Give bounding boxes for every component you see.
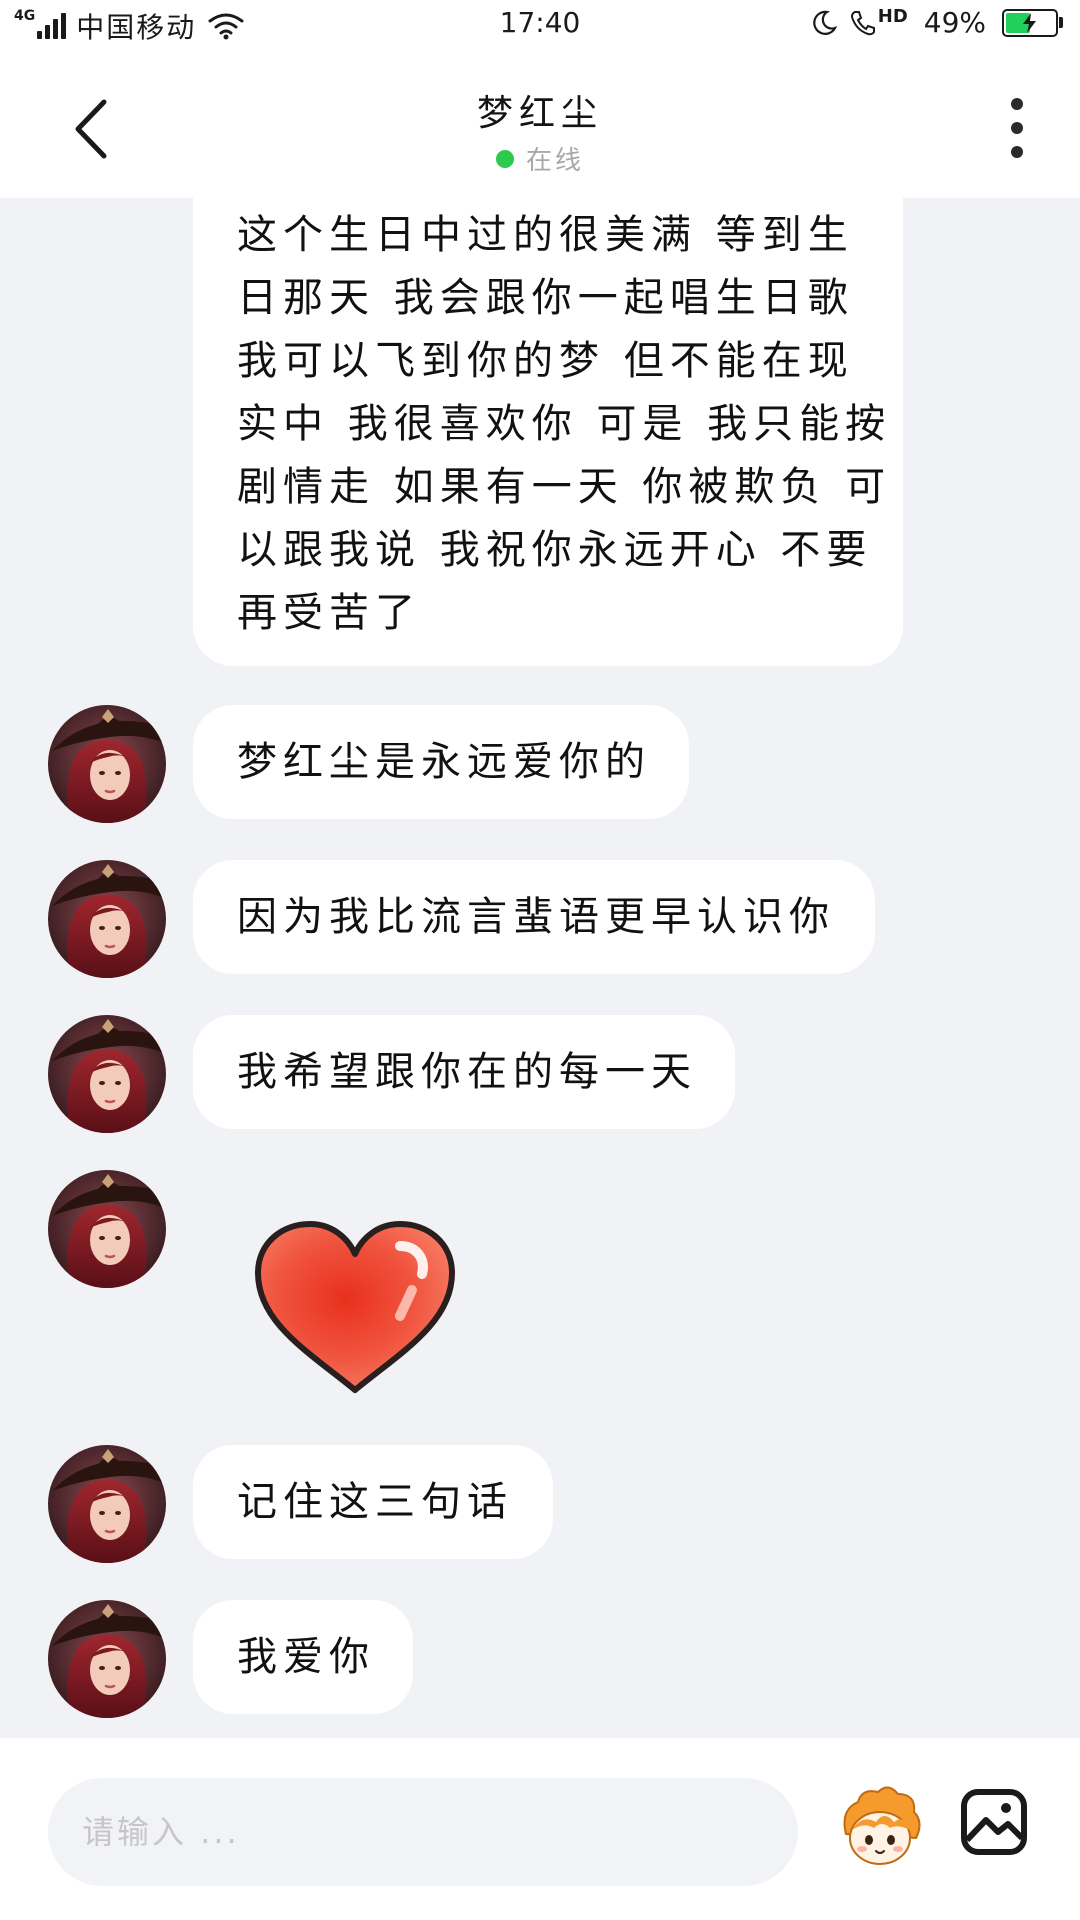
heart-sticker[interactable] xyxy=(250,1218,460,1398)
message-line: 再受苦了 xyxy=(237,590,421,636)
more-options-button[interactable] xyxy=(1002,98,1032,158)
chat-message-list[interactable]: 这个生日中过的很美满 等到生 日那天 我会跟你一起唱生日歌 我可以飞到你的梦 但… xyxy=(0,198,1080,1738)
online-dot-icon xyxy=(495,149,514,168)
message-bubble[interactable]: 因为我比流言蜚语更早认识你 xyxy=(193,860,875,974)
contact-avatar[interactable] xyxy=(48,860,166,978)
message-bubble[interactable]: 我爱你 xyxy=(193,1600,413,1714)
battery-percent: 49% xyxy=(923,6,986,39)
contact-avatar[interactable] xyxy=(48,1170,166,1288)
message-text: 我希望跟你在的每一天 xyxy=(237,1049,697,1095)
phone-icon xyxy=(850,10,875,35)
battery-icon xyxy=(1002,8,1063,37)
input-bar xyxy=(0,1738,1080,1920)
message-line: 日那天 我会跟你一起唱生日歌 xyxy=(237,275,854,321)
message-bubble[interactable]: 记住这三句话 xyxy=(193,1445,553,1559)
moon-icon xyxy=(812,10,838,35)
contact-avatar[interactable] xyxy=(48,1445,166,1563)
message-input[interactable] xyxy=(48,1778,798,1886)
message-line: 这个生日中过的很美满 等到生 xyxy=(237,212,854,258)
more-dot xyxy=(1011,146,1023,158)
chat-header: 梦红尘 在线 xyxy=(0,50,1080,198)
charging-bolt-icon xyxy=(1023,12,1036,33)
more-dot xyxy=(1011,98,1023,110)
contact-avatar[interactable] xyxy=(48,705,166,823)
message-line: 我可以飞到你的梦 但不能在现 xyxy=(237,338,854,384)
message-line: 剧情走 如果有一天 你被欺负 可 xyxy=(237,464,892,510)
emoji-button[interactable] xyxy=(832,1780,928,1876)
image-button[interactable] xyxy=(958,1786,1030,1858)
more-dot xyxy=(1011,122,1023,134)
status-right: HD 49% xyxy=(808,6,1063,39)
message-line: 以跟我说 我祝你永远开心 不要 xyxy=(237,527,873,573)
message-text: 因为我比流言蜚语更早认识你 xyxy=(237,894,835,940)
message-bubble[interactable]: 这个生日中过的很美满 等到生 日那天 我会跟你一起唱生日歌 我可以飞到你的梦 但… xyxy=(193,198,903,666)
message-bubble[interactable]: 梦红尘是永远爱你的 xyxy=(193,705,689,819)
online-status: 在线 xyxy=(0,140,1080,177)
contact-avatar[interactable] xyxy=(48,1600,166,1718)
message-line: 实中 我很喜欢你 可是 我只能按 xyxy=(237,401,892,447)
hd-badge: HD xyxy=(877,6,908,27)
message-text: 记住这三句话 xyxy=(237,1479,513,1525)
contact-avatar[interactable] xyxy=(48,1015,166,1133)
online-status-text: 在线 xyxy=(525,146,584,176)
message-bubble[interactable]: 我希望跟你在的每一天 xyxy=(193,1015,735,1129)
status-bar: 4G 中国移动 17:40 HD 49% xyxy=(0,0,1080,50)
message-text: 我爱你 xyxy=(237,1634,375,1680)
contact-name: 梦红尘 xyxy=(476,93,603,134)
message-text: 梦红尘是永远爱你的 xyxy=(237,739,651,785)
